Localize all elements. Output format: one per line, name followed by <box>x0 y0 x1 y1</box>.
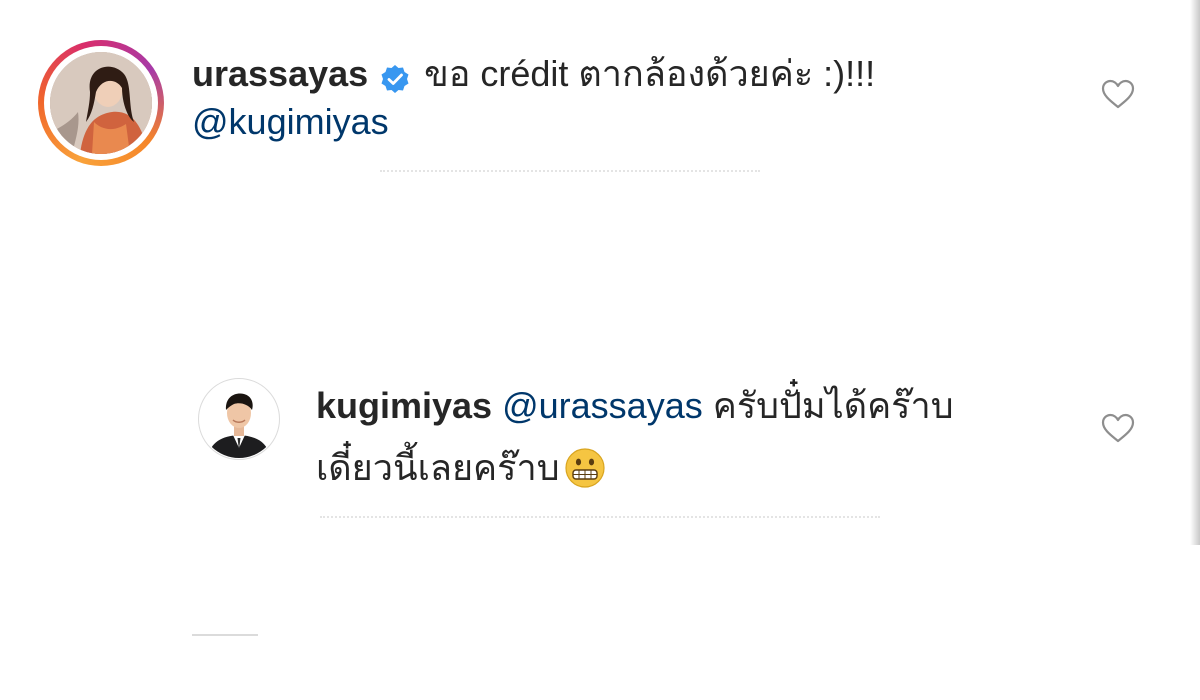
reply-text: ครับปั๋มได้คร๊าบ <box>712 385 954 426</box>
verified-badge-icon <box>380 60 410 93</box>
reply-text-line1: kugimiyas @urassayas ครับปั๋มได้คร๊าบ <box>316 384 954 428</box>
heart-outline-icon[interactable] <box>1100 412 1136 444</box>
comment-meta-row <box>380 170 760 178</box>
avatar[interactable] <box>50 52 152 154</box>
reply-text-continued: เดี๋ยวนี้เลยคร๊าบ <box>316 447 560 488</box>
story-ring[interactable] <box>38 40 164 166</box>
grimacing-face-emoji <box>564 447 606 489</box>
comment-username[interactable]: urassayas <box>192 52 368 96</box>
reply-mention[interactable]: @urassayas <box>502 385 703 426</box>
comment-text: ขอ crédit ตากล้องด้วยค่ะ :)!!! <box>424 53 876 94</box>
avatar-man-illustration <box>200 380 278 458</box>
avatar[interactable] <box>200 380 278 458</box>
reply-username[interactable]: kugimiyas <box>316 385 492 426</box>
avatar-border[interactable] <box>198 378 280 460</box>
comment-mention[interactable]: @kugimiyas <box>192 100 389 144</box>
comment-text-line1: urassayas ขอ crédit ตากล้องด้วยค่ะ :)!!! <box>192 52 875 96</box>
reply-text-line2: เดี๋ยวนี้เลยคร๊าบ <box>316 446 606 490</box>
view-replies-divider[interactable] <box>192 634 258 636</box>
avatar-woman-illustration <box>50 52 152 154</box>
heart-outline-icon[interactable] <box>1100 78 1136 110</box>
reply-meta-row <box>320 516 880 524</box>
scrollbar[interactable] <box>1190 0 1200 545</box>
